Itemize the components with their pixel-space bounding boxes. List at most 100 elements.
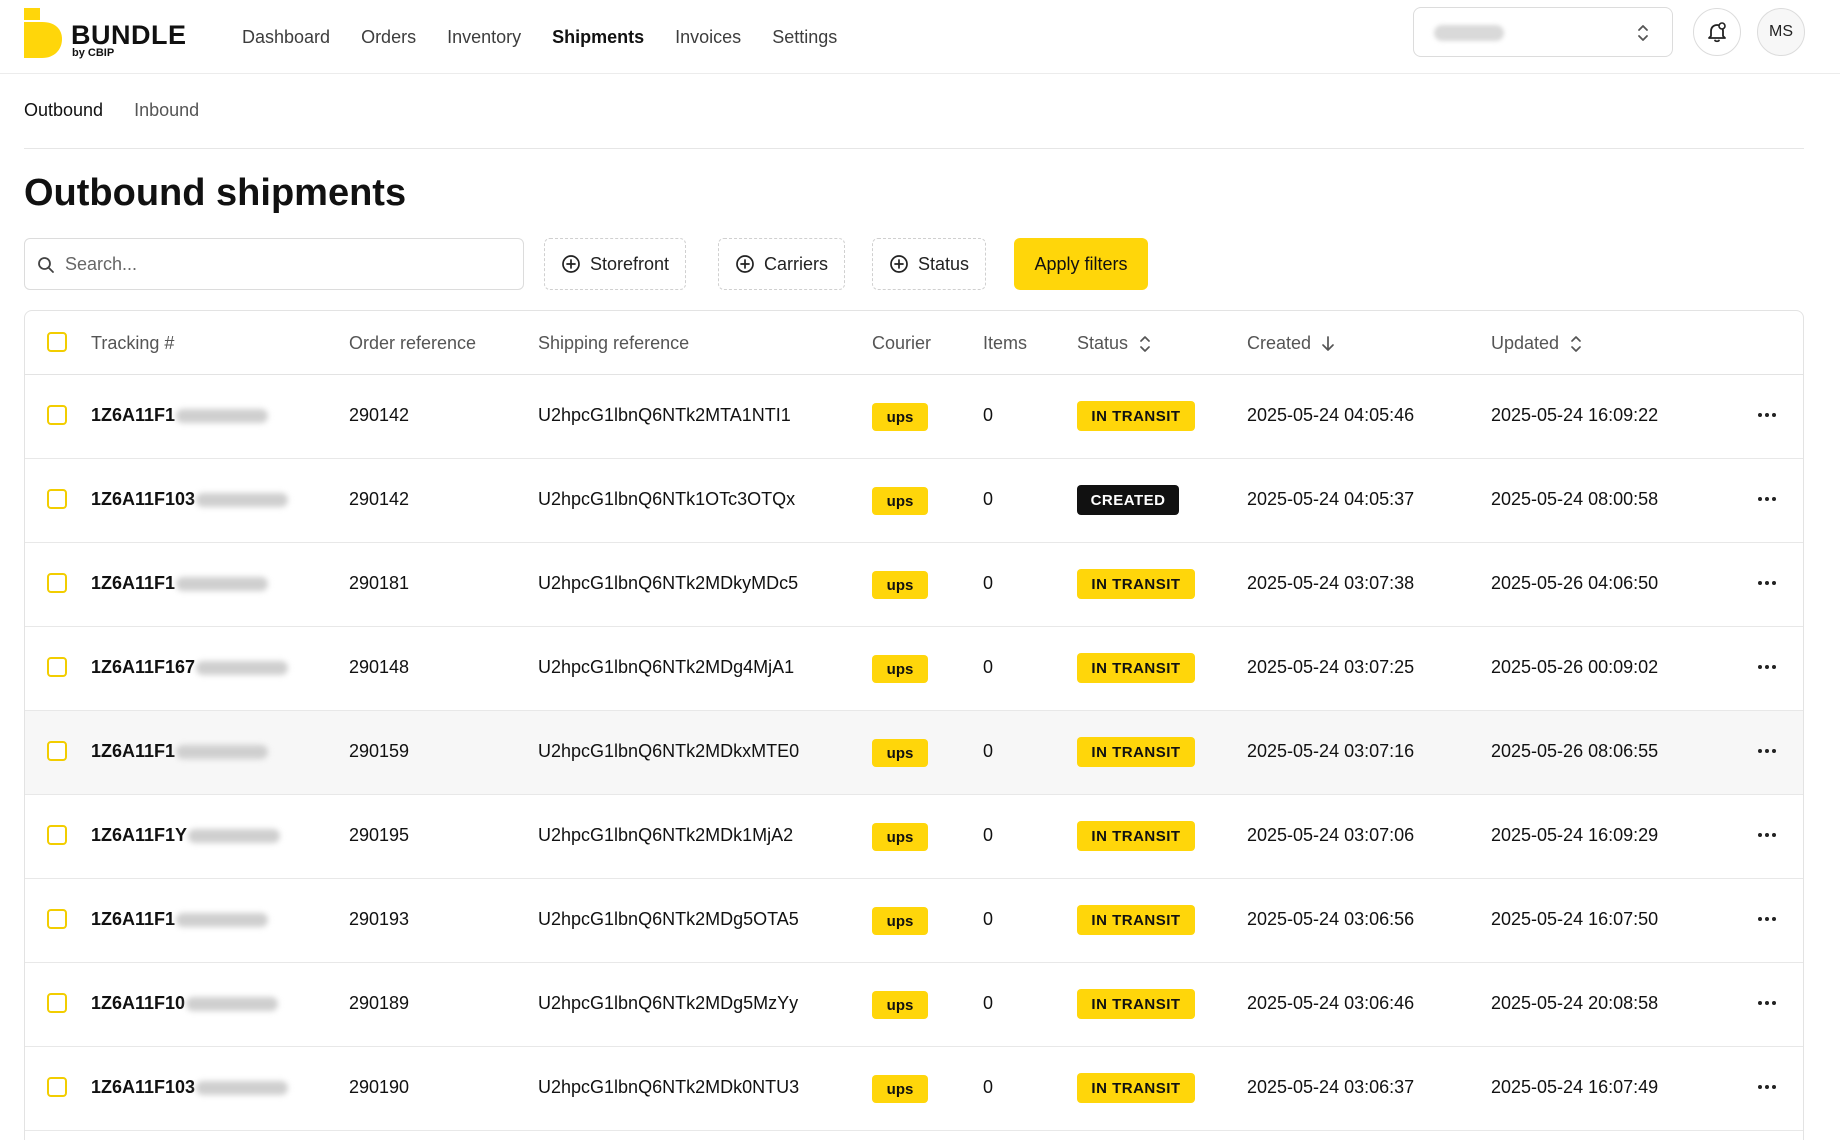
brand-logo[interactable]: BUNDLE by CBIP xyxy=(22,6,198,62)
more-horizontal-icon[interactable] xyxy=(1753,905,1781,933)
row-checkbox[interactable] xyxy=(47,1077,67,1097)
column-header-tracking: Tracking # xyxy=(91,333,174,354)
table-row[interactable]: 1Z6A11F1 290142 U2hpcG1lbnQ6NTk2MTA1NTI1… xyxy=(25,375,1803,459)
more-horizontal-icon[interactable] xyxy=(1753,485,1781,513)
more-horizontal-icon[interactable] xyxy=(1753,401,1781,429)
shipments-table: Tracking # Order reference Shipping refe… xyxy=(24,310,1804,1140)
table-row[interactable]: 1Z6A11F103 290142 U2hpcG1lbnQ6NTk1OTc3OT… xyxy=(25,459,1803,543)
shipment-direction-tabs: Outbound Inbound xyxy=(24,100,199,121)
storefront-filter-label: Storefront xyxy=(590,253,670,274)
updated-date: 2025-05-26 00:09:02 xyxy=(1491,657,1659,677)
order-reference: 290195 xyxy=(349,825,410,845)
notifications-button[interactable] xyxy=(1693,8,1741,56)
nav-dashboard[interactable]: Dashboard xyxy=(242,27,330,48)
tracking-number-text: 1Z6A11F103 xyxy=(91,489,196,509)
tracking-number[interactable]: 1Z6A11F1 xyxy=(91,741,269,762)
updated-date: 2025-05-26 04:06:50 xyxy=(1491,573,1659,593)
column-header-shipping-reference-label: Shipping reference xyxy=(538,333,690,353)
more-horizontal-icon[interactable] xyxy=(1753,653,1781,681)
tracking-number[interactable]: 1Z6A11F1 xyxy=(91,909,269,930)
row-checkbox[interactable] xyxy=(47,489,67,509)
bundle-logo-icon xyxy=(24,8,62,58)
status-badge: IN TRANSIT xyxy=(1077,737,1195,767)
tracking-number-text: 1Z6A11F1 xyxy=(91,405,176,425)
items-count: 0 xyxy=(983,405,994,425)
tracking-number[interactable]: 1Z6A11F10 xyxy=(91,993,279,1014)
tracking-number[interactable]: 1Z6A11F167 xyxy=(91,657,289,678)
more-horizontal-icon[interactable] xyxy=(1753,989,1781,1017)
table-row[interactable]: 1Z6A11F1 290159 U2hpcG1lbnQ6NTk2MDkxMTE0… xyxy=(25,711,1803,795)
arrow-down-icon xyxy=(1322,335,1334,351)
table-row[interactable]: 1Z6A11F1Y 290195 U2hpcG1lbnQ6NTk2MDk1MjA… xyxy=(25,795,1803,879)
nav-inventory[interactable]: Inventory xyxy=(447,27,521,48)
status-badge: IN TRANSIT xyxy=(1077,569,1195,599)
tracking-number[interactable]: 1Z6A11F1 xyxy=(91,405,269,426)
column-header-created[interactable]: Created xyxy=(1247,333,1335,354)
nav-invoices[interactable]: Invoices xyxy=(675,27,741,48)
items-count: 0 xyxy=(983,489,994,509)
row-checkbox[interactable] xyxy=(47,741,67,761)
apply-filters-button[interactable]: Apply filters xyxy=(1014,238,1148,290)
column-header-items-label: Items xyxy=(983,333,1028,353)
carriers-filter-label: Carriers xyxy=(764,253,829,274)
carriers-filter-button[interactable]: Carriers xyxy=(718,238,846,290)
row-checkbox[interactable] xyxy=(47,993,67,1013)
nav-shipments[interactable]: Shipments xyxy=(552,27,644,48)
row-checkbox[interactable] xyxy=(47,825,67,845)
created-date: 2025-05-24 03:06:46 xyxy=(1247,993,1415,1013)
tracking-number[interactable]: 1Z6A11F1 xyxy=(91,573,269,594)
column-header-order-reference-label: Order reference xyxy=(349,333,477,353)
nav-orders[interactable]: Orders xyxy=(361,27,416,48)
select-all-checkbox[interactable] xyxy=(47,332,67,352)
user-avatar[interactable]: MS xyxy=(1757,8,1805,56)
updated-date: 2025-05-24 20:08:58 xyxy=(1491,993,1659,1013)
more-horizontal-icon[interactable] xyxy=(1753,1073,1781,1101)
more-horizontal-icon[interactable] xyxy=(1753,569,1781,597)
row-checkbox[interactable] xyxy=(47,909,67,929)
tab-outbound[interactable]: Outbound xyxy=(24,100,103,121)
more-horizontal-icon[interactable] xyxy=(1753,821,1781,849)
courier-badge: ups xyxy=(872,487,928,515)
column-header-courier-label: Courier xyxy=(872,333,932,353)
order-reference: 290142 xyxy=(349,489,410,509)
table-row[interactable]: 1Z6A11F1 290181 U2hpcG1lbnQ6NTk2MDkyMDc5… xyxy=(25,543,1803,627)
courier-badge: ups xyxy=(872,739,928,767)
order-reference: 290190 xyxy=(349,1077,410,1097)
tracking-number[interactable]: 1Z6A11F103 xyxy=(91,1077,289,1098)
status-filter-label: Status xyxy=(918,253,970,274)
tracking-number[interactable]: 1Z6A11F103 xyxy=(91,489,289,510)
created-date: 2025-05-24 04:05:37 xyxy=(1247,489,1415,509)
tab-inbound[interactable]: Inbound xyxy=(134,100,199,121)
items-count: 0 xyxy=(983,993,994,1013)
status-badge: IN TRANSIT xyxy=(1077,1073,1195,1103)
row-checkbox[interactable] xyxy=(47,657,67,677)
tracking-number-text: 1Z6A11F1 xyxy=(91,573,176,593)
search-input[interactable] xyxy=(65,239,505,289)
table-row[interactable]: 1Z6A11F103 290190 U2hpcG1lbnQ6NTk2MDk0NT… xyxy=(25,1047,1803,1131)
tracking-number-text: 1Z6A11F1 xyxy=(91,909,176,929)
courier-badge: ups xyxy=(872,655,928,683)
row-checkbox[interactable] xyxy=(47,573,67,593)
tracking-number[interactable]: 1Z6A11F1Y xyxy=(91,825,281,846)
plus-circle-icon xyxy=(736,255,754,273)
tracking-number-redacted xyxy=(188,829,281,844)
bell-icon xyxy=(1708,22,1726,43)
status-filter-button[interactable]: Status xyxy=(872,238,987,290)
created-date: 2025-05-24 04:05:46 xyxy=(1247,405,1415,425)
storefront-selector[interactable] xyxy=(1413,7,1673,57)
nav-settings[interactable]: Settings xyxy=(772,27,837,48)
order-reference: 290142 xyxy=(349,405,410,425)
page-title: Outbound shipments xyxy=(24,172,407,214)
items-count: 0 xyxy=(983,909,994,929)
column-header-updated[interactable]: Updated xyxy=(1491,333,1583,354)
table-row[interactable]: 1Z6A11F1 290193 U2hpcG1lbnQ6NTk2MDg5OTA5… xyxy=(25,879,1803,963)
more-horizontal-icon[interactable] xyxy=(1753,737,1781,765)
table-header: Tracking # Order reference Shipping refe… xyxy=(25,311,1803,375)
storefront-filter-button[interactable]: Storefront xyxy=(544,238,687,290)
table-row[interactable]: 1Z6A11F10 290189 U2hpcG1lbnQ6NTk2MDg5MzY… xyxy=(25,963,1803,1047)
table-row[interactable]: 1Z6A11F167 290148 U2hpcG1lbnQ6NTk2MDg4Mj… xyxy=(25,627,1803,711)
tracking-number-redacted xyxy=(186,997,279,1012)
column-header-status[interactable]: Status xyxy=(1077,333,1152,354)
row-checkbox[interactable] xyxy=(47,405,67,425)
storefront-selected-value xyxy=(1434,25,1504,41)
